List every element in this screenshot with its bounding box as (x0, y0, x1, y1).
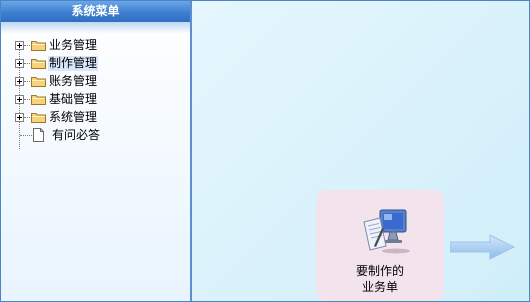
tree-branch-line (24, 117, 30, 118)
document-icon (33, 128, 44, 142)
sidebar-item-label[interactable]: 制作管理 (48, 56, 99, 71)
window-frame: 系统菜单 业务管理 制作管理 账务管理 基础管理 系统管理 有问必答 要制作的 … (0, 0, 530, 302)
folder-icon (31, 41, 46, 51)
folder-icon (31, 95, 46, 105)
task-card-business-order[interactable]: 要制作的 业务单 (316, 190, 444, 301)
expand-plus-icon[interactable] (15, 113, 24, 122)
sidebar-item-label[interactable]: 系统管理 (48, 110, 98, 125)
tree-branch-line (24, 63, 30, 64)
sidebar-title: 系统菜单 (1, 1, 190, 22)
sidebar-header-shadow (1, 22, 190, 34)
right-arrow-icon (450, 234, 516, 260)
sidebar-item-label[interactable]: 有问必答 (51, 128, 101, 143)
tree-branch-line (20, 135, 32, 136)
folder-icon (31, 77, 46, 87)
sidebar-item-label[interactable]: 业务管理 (48, 38, 98, 53)
folder-icon (31, 59, 46, 69)
task-card-label-line2: 业务单 (361, 280, 398, 294)
computer-document-icon (363, 209, 410, 254)
task-card-label: 要制作的 业务单 (316, 263, 444, 295)
expand-plus-icon[interactable] (15, 41, 24, 50)
folder-icon (31, 113, 46, 123)
expand-plus-icon[interactable] (15, 95, 24, 104)
sidebar: 系统菜单 业务管理 制作管理 账务管理 基础管理 系统管理 有问必答 (1, 1, 192, 301)
expand-plus-icon[interactable] (15, 59, 24, 68)
sidebar-item-label[interactable]: 账务管理 (48, 74, 98, 89)
tree-branch-line (24, 99, 30, 100)
expand-plus-icon[interactable] (15, 77, 24, 86)
tree-branch-line (24, 45, 30, 46)
tree-branch-line (24, 81, 30, 82)
main-content: 要制作的 业务单 (192, 1, 529, 301)
task-card-label-line1: 要制作的 (355, 264, 404, 278)
sidebar-item-label[interactable]: 基础管理 (48, 92, 98, 107)
